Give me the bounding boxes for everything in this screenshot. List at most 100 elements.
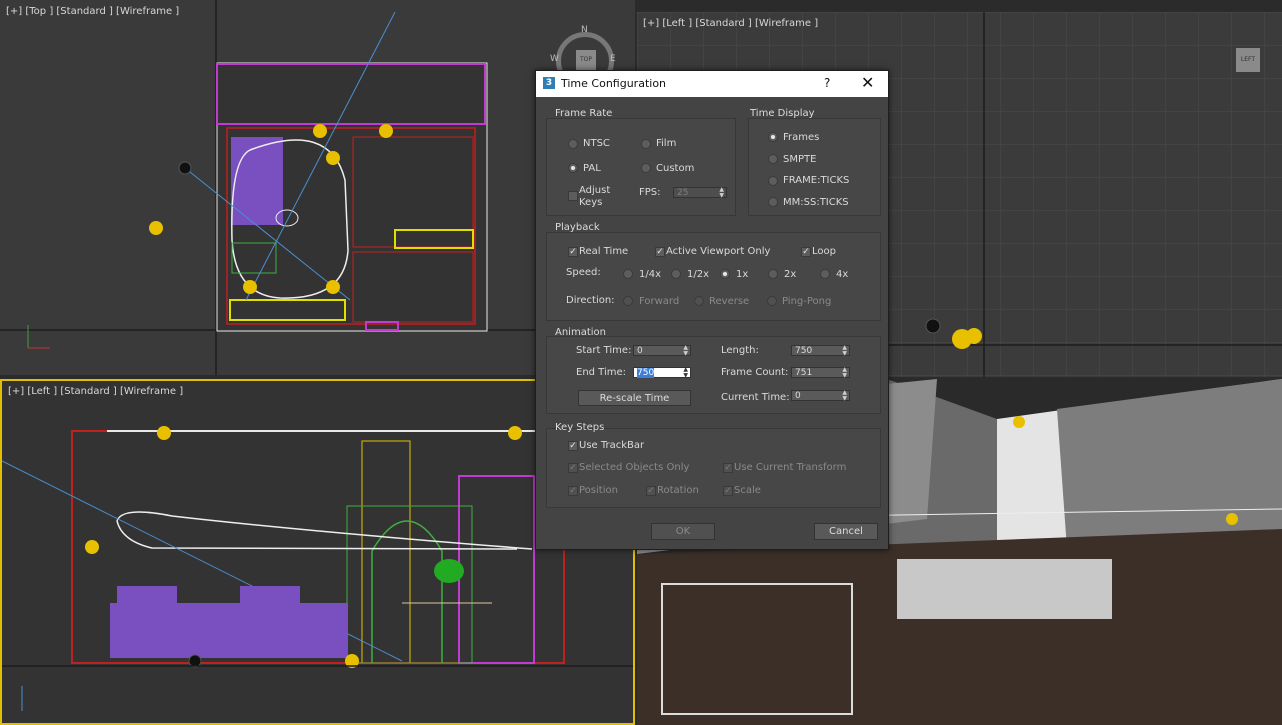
speed-half-radio[interactable]: [671, 269, 681, 279]
current-time-spinner[interactable]: 0 ▲ ▼: [791, 390, 850, 402]
app-icon: 3: [543, 77, 555, 89]
fps-label: FPS:: [639, 187, 661, 198]
frame-ticks-radio[interactable]: [768, 176, 778, 186]
direction-label: Direction:: [566, 295, 615, 306]
loop-checkbox[interactable]: ✓: [801, 247, 811, 257]
dialog-title-bar[interactable]: 3 Time Configuration ? ✕: [536, 71, 888, 97]
spinner-arrows-icon[interactable]: ▲ ▼: [842, 390, 847, 402]
pal-radio[interactable]: [568, 163, 578, 173]
reverse-radio[interactable]: [694, 296, 704, 306]
start-time-value: 0: [637, 346, 643, 356]
end-time-value[interactable]: 750: [637, 368, 655, 378]
fps-value: 25: [677, 188, 689, 198]
speed-2x-radio[interactable]: [768, 269, 778, 279]
mm-ss-ticks-radio[interactable]: [768, 197, 778, 207]
speed-1x-radio[interactable]: [720, 269, 730, 279]
rotation-label[interactable]: Rotation: [657, 485, 699, 496]
start-time-label: Start Time:: [576, 345, 632, 356]
fps-spinner[interactable]: 25 ▲ ▼: [673, 187, 727, 199]
rotation-checkbox[interactable]: ✓: [646, 486, 656, 496]
active-viewport-only-checkbox[interactable]: ✓: [655, 247, 665, 257]
compass-e: E: [610, 54, 616, 64]
frames-label[interactable]: Frames: [783, 132, 819, 143]
speed-4x-label[interactable]: 4x: [836, 269, 848, 280]
film-label[interactable]: Film: [656, 138, 676, 149]
real-time-label[interactable]: Real Time: [579, 246, 628, 257]
ok-button[interactable]: OK: [651, 523, 715, 540]
speed-4x-radio[interactable]: [820, 269, 830, 279]
frames-radio[interactable]: [768, 132, 778, 142]
viewport-label-top[interactable]: [+] [Top ] [Standard ] [Wireframe ]: [6, 6, 179, 17]
mm-ss-ticks-label[interactable]: MM:SS:TICKS: [783, 197, 849, 208]
pal-label[interactable]: PAL: [583, 163, 601, 174]
use-current-transform-checkbox[interactable]: ✓: [723, 463, 733, 473]
current-time-value: 0: [795, 391, 801, 401]
speed-2x-label[interactable]: 2x: [784, 269, 796, 280]
compass-n: N: [581, 25, 588, 35]
viewcube-face[interactable]: TOP: [576, 50, 596, 70]
viewport-label-left-top[interactable]: [+] [Left ] [Standard ] [Wireframe ]: [643, 18, 818, 29]
length-label: Length:: [721, 345, 759, 356]
speed-half-label[interactable]: 1/2x: [687, 269, 709, 280]
start-time-spinner[interactable]: 0 ▲ ▼: [633, 345, 691, 357]
frame-ticks-label[interactable]: FRAME:TICKS: [783, 175, 849, 186]
real-time-checkbox[interactable]: ✓: [568, 247, 578, 257]
position-checkbox[interactable]: ✓: [568, 486, 578, 496]
frame-count-value: 751: [795, 368, 813, 378]
spinner-arrows-icon[interactable]: ▲ ▼: [683, 345, 688, 357]
end-time-spinner[interactable]: 750 ▲ ▼: [633, 367, 691, 379]
time-display-title: Time Display: [750, 108, 815, 119]
smpte-radio[interactable]: [768, 154, 778, 164]
dialog-title: Time Configuration: [561, 77, 667, 90]
length-spinner[interactable]: 750 ▲ ▼: [791, 345, 850, 357]
current-time-label: Current Time:: [721, 392, 790, 403]
use-trackbar-checkbox[interactable]: ✓: [568, 441, 578, 451]
compass-w: W: [550, 54, 559, 64]
spinner-arrows-icon[interactable]: ▲ ▼: [719, 187, 724, 199]
speed-1x-label[interactable]: 1x: [736, 269, 748, 280]
ntsc-radio[interactable]: [568, 139, 578, 149]
forward-radio[interactable]: [623, 296, 633, 306]
ping-pong-label[interactable]: Ping-Pong: [782, 296, 831, 307]
close-icon[interactable]: ✕: [861, 73, 874, 92]
speed-label: Speed:: [566, 267, 601, 278]
viewport-label-left-active[interactable]: [+] [Left ] [Standard ] [Wireframe ]: [8, 386, 183, 397]
frame-count-spinner[interactable]: 751 ▲ ▼: [791, 367, 850, 379]
use-trackbar-label[interactable]: Use TrackBar: [579, 440, 644, 451]
loop-label[interactable]: Loop: [812, 246, 836, 257]
film-radio[interactable]: [641, 139, 651, 149]
animation-title: Animation: [555, 327, 606, 338]
scale-checkbox[interactable]: ✓: [723, 486, 733, 496]
adjust-keys-checkbox[interactable]: [568, 191, 578, 201]
selected-objects-only-label[interactable]: Selected Objects Only: [579, 462, 689, 473]
key-steps-title: Key Steps: [555, 422, 605, 433]
reverse-label[interactable]: Reverse: [709, 296, 749, 307]
spinner-arrows-icon[interactable]: ▲ ▼: [683, 367, 688, 379]
position-label[interactable]: Position: [579, 485, 618, 496]
scale-label[interactable]: Scale: [734, 485, 761, 496]
custom-label[interactable]: Custom: [656, 163, 694, 174]
forward-label[interactable]: Forward: [639, 296, 679, 307]
adjust-keys-label[interactable]: Adjust Keys: [579, 185, 613, 209]
help-icon[interactable]: ?: [824, 76, 830, 90]
custom-radio[interactable]: [641, 163, 651, 173]
frame-count-label: Frame Count:: [721, 367, 789, 378]
frame-rate-title: Frame Rate: [555, 108, 613, 119]
speed-quarter-label[interactable]: 1/4x: [639, 269, 661, 280]
spinner-arrows-icon[interactable]: ▲ ▼: [842, 367, 847, 379]
viewcube-left[interactable]: LEFT: [1236, 48, 1260, 72]
end-time-label: End Time:: [576, 367, 627, 378]
use-current-transform-label[interactable]: Use Current Transform: [734, 462, 846, 473]
active-viewport-only-label[interactable]: Active Viewport Only: [666, 246, 770, 257]
smpte-label[interactable]: SMPTE: [783, 154, 816, 165]
length-value: 750: [795, 346, 813, 356]
ntsc-label[interactable]: NTSC: [583, 138, 610, 149]
spinner-arrows-icon[interactable]: ▲ ▼: [842, 345, 847, 357]
ping-pong-radio[interactable]: [767, 296, 777, 306]
cancel-button[interactable]: Cancel: [814, 523, 878, 540]
time-configuration-dialog[interactable]: 3 Time Configuration ? ✕ Frame Rate NTSC…: [535, 70, 889, 550]
rescale-time-button[interactable]: Re-scale Time: [578, 390, 691, 406]
playback-title: Playback: [555, 222, 600, 233]
speed-quarter-radio[interactable]: [623, 269, 633, 279]
selected-objects-only-checkbox[interactable]: ✓: [568, 463, 578, 473]
